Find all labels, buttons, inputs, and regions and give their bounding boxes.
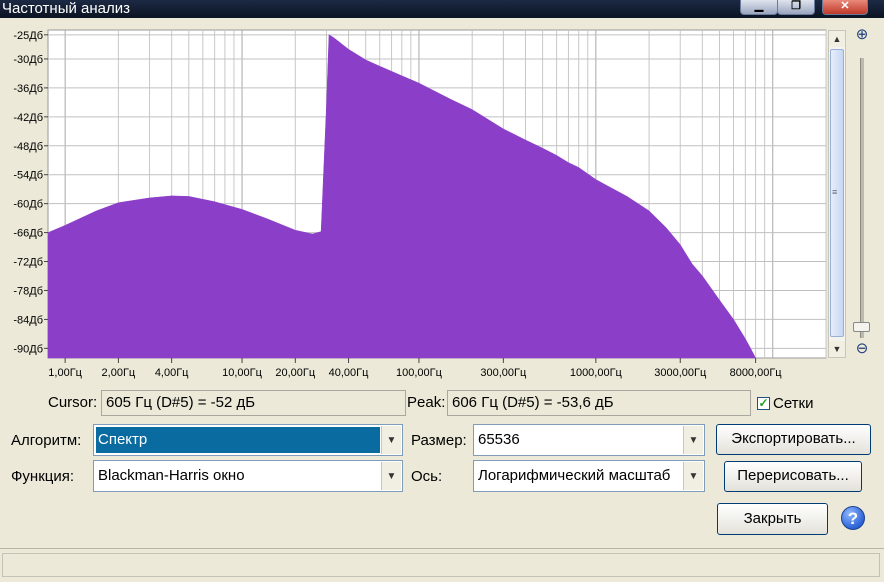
size-value: 65536 xyxy=(478,431,520,448)
status-bar xyxy=(0,548,884,582)
y-tick-label: -42Дб xyxy=(13,112,43,124)
x-tick-label: 100,00Гц xyxy=(396,367,443,379)
chevron-down-icon[interactable]: ▼ xyxy=(683,426,703,454)
spectrum-plot[interactable]: -25Дб -30Дб -36Дб -42Дб -48Дб -54Дб -60Дб -66Дб… xyxy=(0,18,884,384)
x-tick-label: 2,00Гц xyxy=(102,367,136,379)
algorithm-label: Алгоритм: xyxy=(11,432,82,449)
y-tick-label: -90Дб xyxy=(13,343,43,355)
size-select[interactable]: 65536 ▼ xyxy=(473,424,705,456)
export-button[interactable]: Экспортировать... xyxy=(716,424,871,455)
y-tick-label: -36Дб xyxy=(13,83,43,95)
cursor-readout: 605 Гц (D#5) = -52 дБ xyxy=(101,390,406,416)
status-bar-panel xyxy=(2,553,880,577)
function-select[interactable]: Blackman-Harris окно ▼ xyxy=(93,460,403,492)
chevron-down-icon[interactable]: ▼ xyxy=(683,462,703,490)
y-tick-label: -72Дб xyxy=(13,257,43,269)
x-tick-label: 8000,00Гц xyxy=(730,367,783,379)
zoom-slider-track[interactable] xyxy=(860,58,864,338)
size-label: Размер: xyxy=(411,432,467,449)
redraw-button[interactable]: Перерисовать... xyxy=(724,461,862,492)
y-tick-label: -60Дб xyxy=(13,199,43,211)
maximize-button[interactable]: ❐ xyxy=(777,0,815,15)
x-tick-label: 1000,00Гц xyxy=(570,367,623,379)
help-icon[interactable]: ? xyxy=(841,506,865,530)
x-tick-label: 300,00Гц xyxy=(480,367,527,379)
x-tick-label: 4,00Гц xyxy=(155,367,189,379)
chevron-down-icon[interactable]: ▼ xyxy=(381,462,401,490)
algorithm-select[interactable]: Спектр ▼ xyxy=(93,424,403,456)
minimize-button[interactable]: ▁ xyxy=(740,0,778,15)
scroll-thumb-grip: ≡ xyxy=(832,187,838,197)
grid-checkbox[interactable]: ✓ xyxy=(757,397,770,410)
function-value: Blackman-Harris окно xyxy=(98,467,245,484)
axis-select[interactable]: Логарифмический масштаб ▼ xyxy=(473,460,705,492)
vertical-scrollbar[interactable]: ▲ ≡ ▼ xyxy=(828,30,846,358)
window-title: Частотный анализ xyxy=(2,0,131,17)
y-tick-label: -66Дб xyxy=(13,228,43,240)
algorithm-value: Спектр xyxy=(96,427,380,453)
x-tick-label: 10,00Гц xyxy=(222,367,262,379)
scroll-down-arrow[interactable]: ▼ xyxy=(829,341,845,357)
scroll-up-arrow[interactable]: ▲ xyxy=(829,31,845,47)
close-button[interactable]: Закрыть xyxy=(717,503,828,535)
zoom-control: ⊕ ⊖ xyxy=(851,26,873,362)
y-tick-label: -54Дб xyxy=(13,170,43,182)
close-window-button[interactable]: ✕ xyxy=(822,0,868,15)
cursor-label: Cursor: xyxy=(48,394,98,411)
peak-readout: 606 Гц (D#5) = -53,6 дБ xyxy=(447,390,751,416)
y-tick-label: -30Дб xyxy=(13,54,43,66)
title-bar: Частотный анализ ▁ ❐ ✕ xyxy=(0,0,884,18)
y-tick-label: -25Дб xyxy=(13,30,43,42)
chevron-down-icon[interactable]: ▼ xyxy=(381,426,401,454)
zoom-out-icon[interactable]: ⊖ xyxy=(853,340,871,358)
x-tick-label: 40,00Гц xyxy=(329,367,369,379)
x-tick-label: 1,00Гц xyxy=(48,367,82,379)
axis-value: Логарифмический масштаб xyxy=(478,467,671,484)
grid-label: Сетки xyxy=(773,395,814,412)
x-tick-label: 3000,00Гц xyxy=(654,367,707,379)
y-tick-label: -48Дб xyxy=(13,141,43,153)
y-tick-label: -78Дб xyxy=(13,285,43,297)
y-tick-label: -84Дб xyxy=(13,314,43,326)
x-tick-label: 20,00Гц xyxy=(275,367,315,379)
zoom-slider-thumb[interactable] xyxy=(853,322,870,332)
function-label: Функция: xyxy=(11,468,75,485)
zoom-in-icon[interactable]: ⊕ xyxy=(853,26,871,44)
peak-label: Peak: xyxy=(407,394,446,411)
axis-label: Ось: xyxy=(411,468,443,485)
